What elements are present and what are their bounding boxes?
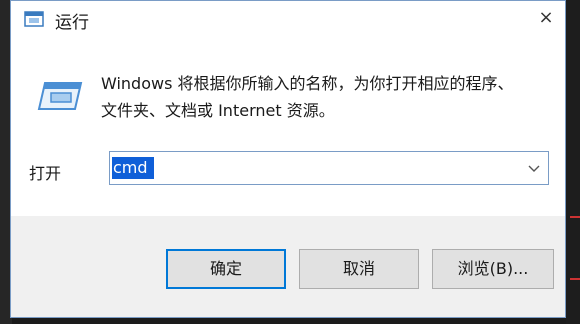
background-red-mark	[570, 216, 580, 218]
dialog-description: Windows 将根据你所输入的名称，为你打开相应的程序、 文件夹、文档或 In…	[101, 70, 541, 124]
button-bar: 确定 取消 浏览(B)...	[11, 216, 565, 317]
background-right-strip	[566, 0, 580, 324]
command-input[interactable]	[112, 157, 154, 179]
run-dialog: 运行 × Windows 将根据你所输入的名称，为你打开相应的程序、 文件夹、文…	[10, 0, 566, 318]
ok-button[interactable]: 确定	[166, 249, 286, 289]
title-bar[interactable]: 运行 ×	[11, 1, 565, 39]
cancel-button[interactable]: 取消	[299, 249, 419, 289]
background-red-mark	[570, 278, 580, 280]
dialog-content: Windows 将根据你所输入的名称，为你打开相应的程序、 文件夹、文档或 In…	[11, 39, 565, 216]
close-button[interactable]: ×	[533, 5, 559, 31]
close-icon: ×	[538, 7, 554, 28]
chevron-down-icon[interactable]	[526, 160, 542, 176]
window-title: 运行	[55, 13, 89, 33]
description-line: Windows 将根据你所输入的名称，为你打开相应的程序、	[101, 74, 514, 93]
run-app-icon	[37, 82, 83, 110]
browse-button[interactable]: 浏览(B)...	[432, 249, 554, 289]
run-app-icon	[24, 11, 44, 27]
command-combobox[interactable]	[109, 151, 549, 185]
open-label: 打开	[29, 164, 62, 183]
description-line: 文件夹、文档或 Internet 资源。	[101, 101, 335, 120]
